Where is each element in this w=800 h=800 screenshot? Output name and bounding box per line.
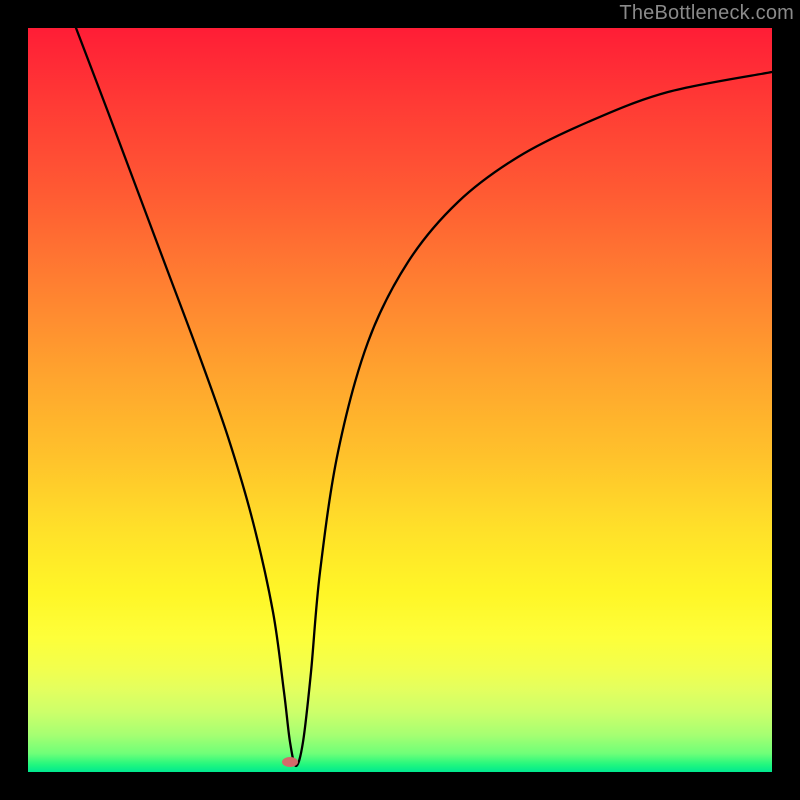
plot-area [28,28,772,772]
chart-frame: TheBottleneck.com [0,0,800,800]
min-marker [282,757,298,767]
curve-svg [28,28,772,772]
watermark-text: TheBottleneck.com [619,2,794,25]
bottleneck-curve [76,28,772,766]
